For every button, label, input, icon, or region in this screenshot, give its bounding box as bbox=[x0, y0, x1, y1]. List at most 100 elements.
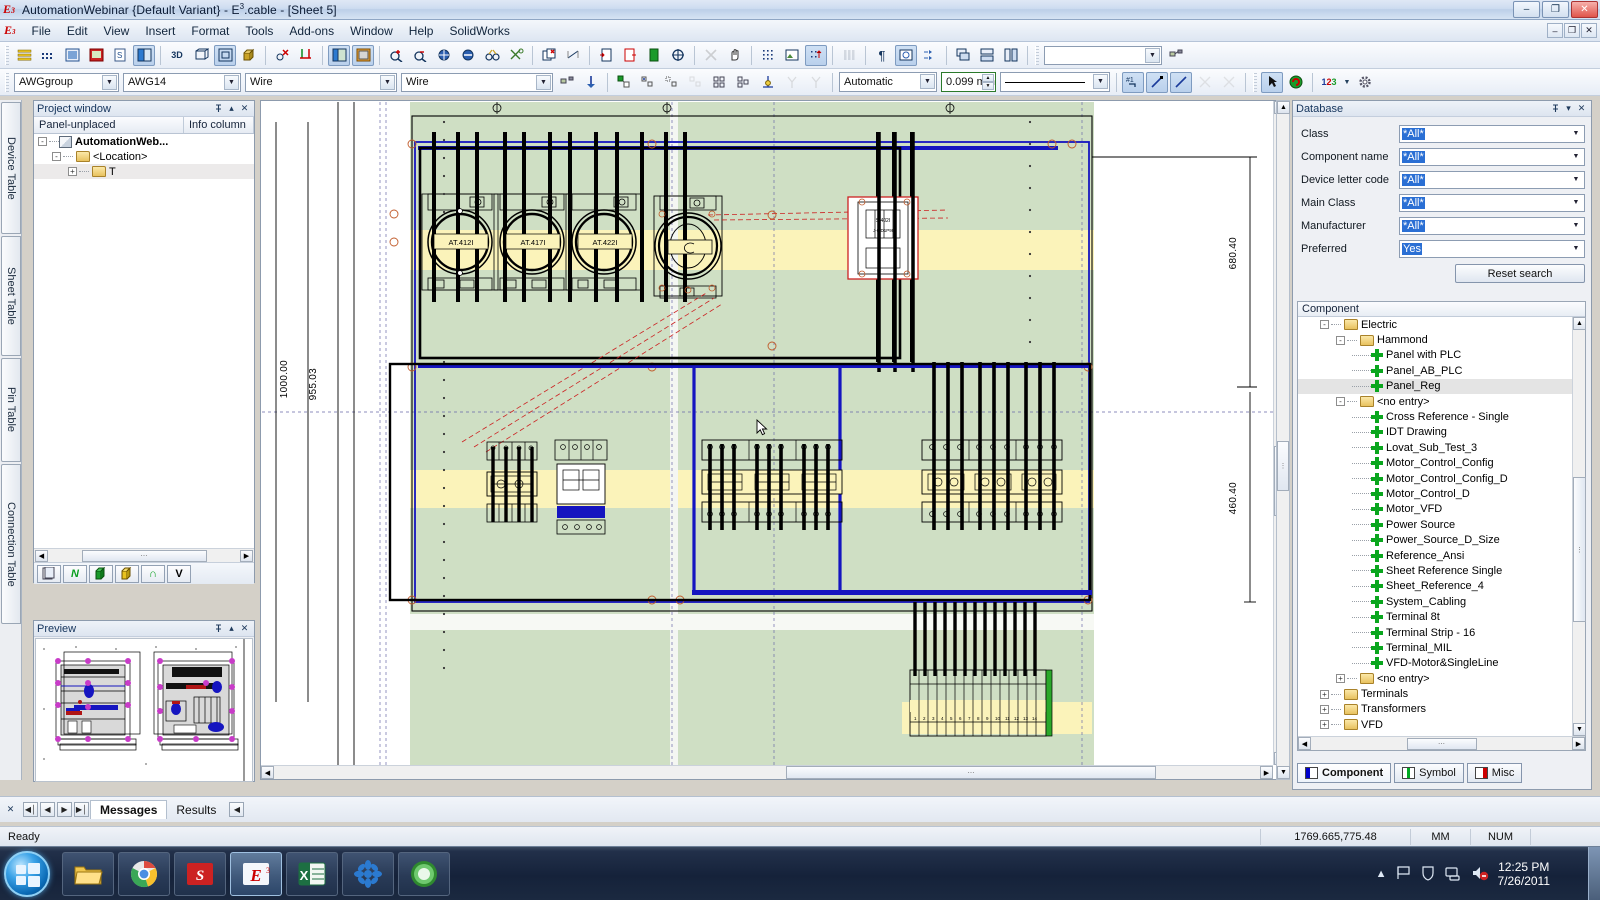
expander-icon[interactable]: - bbox=[1336, 336, 1345, 345]
collapse-icon[interactable]: ▴ bbox=[225, 622, 238, 635]
line-mode-combo[interactable]: Automatic ▼ bbox=[839, 72, 937, 92]
update-icon[interactable] bbox=[1285, 72, 1307, 93]
collapse-icon[interactable]: ▴ bbox=[225, 102, 238, 115]
chevron-down-icon[interactable]: ▼ bbox=[1145, 48, 1160, 63]
dimension-icon[interactable] bbox=[562, 45, 584, 66]
pin-icon[interactable] bbox=[212, 622, 225, 635]
close-icon[interactable]: ✕ bbox=[4, 803, 17, 816]
group-four-icon[interactable] bbox=[709, 72, 731, 93]
show-desktop-button[interactable] bbox=[1588, 847, 1600, 900]
menu-addons[interactable]: Add-ons bbox=[281, 21, 342, 41]
tree-node-t[interactable]: + T bbox=[34, 164, 254, 179]
menu-solidworks[interactable]: SolidWorks bbox=[441, 21, 517, 41]
preview-canvas[interactable] bbox=[35, 638, 253, 782]
scroll-down-button[interactable]: ▼ bbox=[1573, 723, 1586, 736]
branch-right-icon[interactable] bbox=[805, 72, 827, 93]
component-tree-item[interactable]: Terminal Strip - 16 bbox=[1298, 625, 1572, 640]
delete-point-icon[interactable] bbox=[271, 45, 293, 66]
next-record-button[interactable]: ▶ bbox=[57, 802, 72, 817]
preferred-filter[interactable]: Yes ▼ bbox=[1399, 240, 1585, 258]
solidworks-taskbar-item[interactable]: S bbox=[174, 852, 226, 896]
mdi-restore-button[interactable]: ❐ bbox=[1564, 23, 1580, 38]
component-tree-item[interactable]: +<no entry> bbox=[1298, 671, 1572, 686]
flag-action-center-icon[interactable] bbox=[1396, 865, 1412, 884]
zoom-in-icon[interactable] bbox=[385, 45, 407, 66]
component-tree-item[interactable]: Power_Source_D_Size bbox=[1298, 532, 1572, 547]
component-name-filter[interactable]: *All* ▼ bbox=[1399, 148, 1585, 166]
first-record-button[interactable]: ◀│ bbox=[23, 802, 38, 817]
place-node-icon[interactable] bbox=[637, 72, 659, 93]
line-style-combo[interactable]: ▼ bbox=[1000, 72, 1110, 92]
chevron-down-icon[interactable]: ▼ bbox=[380, 75, 395, 90]
tab-misc[interactable]: Misc bbox=[1467, 763, 1523, 783]
block-icon[interactable] bbox=[643, 45, 665, 66]
close-icon[interactable]: ✕ bbox=[238, 102, 251, 115]
point-snap-icon[interactable] bbox=[805, 45, 827, 66]
project-tree[interactable]: - AutomationWeb... - <Location> + T bbox=[34, 134, 254, 548]
number-wire-icon[interactable]: #1 bbox=[1122, 72, 1144, 93]
expander-icon[interactable]: + bbox=[1320, 690, 1329, 699]
connection-type-combo[interactable]: Wire ▼ bbox=[401, 73, 553, 92]
style-combo[interactable]: ▼ bbox=[1044, 46, 1162, 65]
cabinet-icon[interactable] bbox=[352, 45, 374, 66]
line-width-field[interactable]: 0.099 mm ▲▼ bbox=[941, 72, 996, 92]
component-tree-item[interactable]: VFD-Motor&SingleLine bbox=[1298, 656, 1572, 671]
shield-icon[interactable] bbox=[1421, 865, 1436, 884]
component-tree-item[interactable]: Motor_Control_D bbox=[1298, 486, 1572, 501]
zoom-previous-icon[interactable] bbox=[457, 45, 479, 66]
scroll-up-button[interactable]: ▲ bbox=[1573, 317, 1586, 330]
media-taskbar-item[interactable] bbox=[398, 852, 450, 896]
last-record-button[interactable]: ▶│ bbox=[74, 802, 89, 817]
e3cable-taskbar-item[interactable]: E3 bbox=[230, 852, 282, 896]
chevron-down-icon[interactable]: ▼ bbox=[536, 75, 551, 90]
chevron-down-icon[interactable]: ▼ bbox=[920, 74, 935, 89]
sheet-icon[interactable] bbox=[61, 45, 83, 66]
canvas-horizontal-scrollbar[interactable]: ◀ ⋯ ▶ bbox=[261, 765, 1273, 779]
align-points-icon[interactable] bbox=[919, 45, 941, 66]
component-tree-item[interactable]: Motor_Control_Config bbox=[1298, 456, 1572, 471]
expander-icon[interactable]: - bbox=[38, 137, 47, 146]
junction-icon[interactable] bbox=[757, 72, 779, 93]
scroll-left-button[interactable]: ◀ bbox=[1298, 737, 1311, 750]
chevron-down-icon[interactable]: ▼ bbox=[1569, 173, 1583, 187]
zoom-out-icon[interactable] bbox=[409, 45, 431, 66]
scroll-up-button[interactable]: ▲ bbox=[1277, 101, 1290, 114]
slot-tool-icon[interactable]: ∩ bbox=[141, 565, 165, 583]
view-3d-icon[interactable]: 3D bbox=[166, 45, 188, 66]
attribute-icon[interactable] bbox=[895, 45, 917, 66]
component-tree-item[interactable]: Sheet_Reference_4 bbox=[1298, 579, 1572, 594]
sheet-canvas[interactable]: AT.412I AT bbox=[262, 102, 1273, 765]
menu-insert[interactable]: Insert bbox=[137, 21, 183, 41]
chevron-down-icon[interactable]: ▼ bbox=[1342, 72, 1352, 93]
branch-left-icon[interactable] bbox=[781, 72, 803, 93]
grid-snap-icon[interactable] bbox=[757, 45, 779, 66]
group-pair-icon[interactable] bbox=[733, 72, 755, 93]
show-hidden-icons[interactable]: ▲ bbox=[1376, 868, 1387, 880]
tab-sheet-table[interactable]: Sheet Table bbox=[1, 236, 21, 356]
image-icon[interactable] bbox=[781, 45, 803, 66]
component-tree-item[interactable]: Terminal 8t bbox=[1298, 609, 1572, 624]
outer-scroll-thumb[interactable]: ⋮ bbox=[1277, 441, 1289, 491]
wire-drop-icon[interactable] bbox=[580, 72, 602, 93]
component-tree-item[interactable]: Terminal_MIL bbox=[1298, 640, 1572, 655]
cut-wire-icon[interactable] bbox=[1194, 72, 1216, 93]
mdi-minimize-button[interactable]: – bbox=[1547, 23, 1563, 38]
expander-icon[interactable]: + bbox=[1320, 705, 1329, 714]
connect-icon[interactable] bbox=[1165, 45, 1187, 66]
copy-add-icon[interactable] bbox=[538, 45, 560, 66]
paragraph-icon[interactable]: ¶ bbox=[871, 45, 893, 66]
node-disabled-icon[interactable] bbox=[685, 72, 707, 93]
chevron-down-icon[interactable]: ▼ bbox=[224, 75, 239, 90]
chevron-down-icon[interactable]: ▼ bbox=[1569, 196, 1583, 210]
tile-horizontal-icon[interactable] bbox=[976, 45, 998, 66]
frame-icon[interactable] bbox=[214, 45, 236, 66]
numbering-icon[interactable]: 123 bbox=[1318, 72, 1340, 93]
component-tree-item[interactable]: -Hammond bbox=[1298, 332, 1572, 347]
expander-icon[interactable]: + bbox=[1336, 674, 1345, 683]
expander-icon[interactable]: - bbox=[1336, 397, 1345, 406]
zoom-fit-icon[interactable] bbox=[433, 45, 455, 66]
wire-toolbar-grip[interactable] bbox=[5, 73, 9, 92]
scroll-right-button[interactable]: ▶ bbox=[240, 550, 253, 562]
mdi-close-button[interactable]: ✕ bbox=[1581, 23, 1597, 38]
cut-tool-icon[interactable] bbox=[505, 45, 527, 66]
